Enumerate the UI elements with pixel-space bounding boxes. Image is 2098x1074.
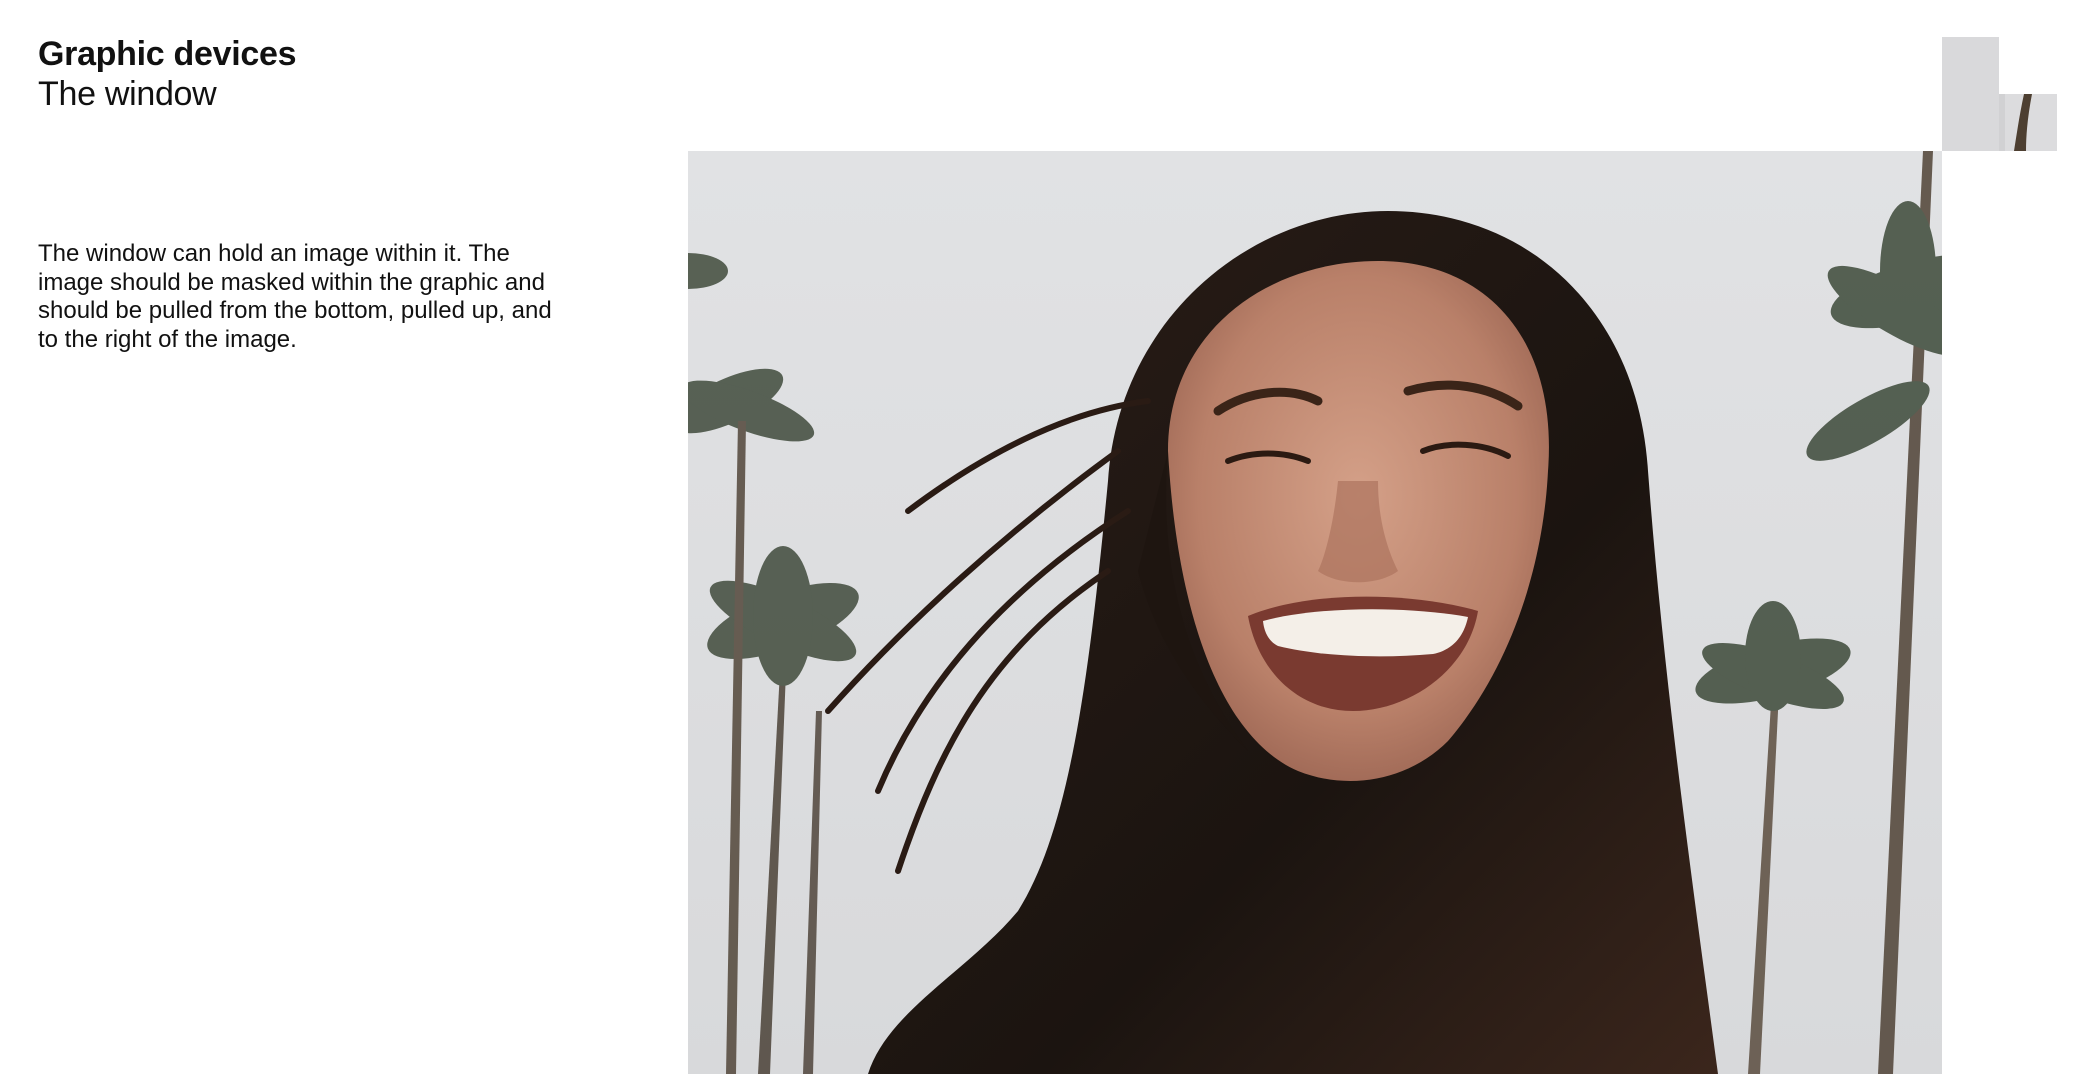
page-title: Graphic devices: [38, 35, 297, 73]
window-graphic-icon: [1942, 37, 2057, 151]
page-header: Graphic devices The window: [38, 34, 296, 114]
description-text: The window can hold an image within it. …: [38, 240, 552, 353]
window-image: [688, 151, 1942, 1074]
portrait-photo: [688, 151, 1942, 1074]
page-subtitle: The window: [38, 75, 217, 113]
